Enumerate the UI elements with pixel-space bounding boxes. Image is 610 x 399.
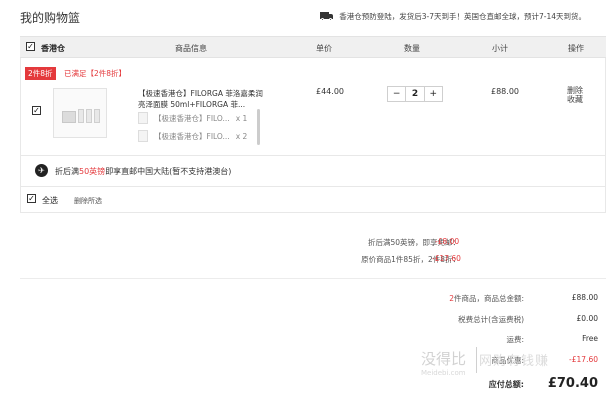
product-thumbnail[interactable] (53, 88, 107, 138)
column-quantity: 数量 (404, 44, 420, 53)
sub-item-thumbnail (138, 112, 148, 124)
tax-label: 税费总计(含运费税) (458, 315, 524, 324)
page-title: 我的购物篮 (20, 11, 81, 25)
grand-total-label: 应付总额: (488, 380, 524, 389)
bundle-sub-item: 【极速香港仓】FILO... x 2 (138, 129, 268, 143)
watermark-brand: 没得比 (421, 350, 467, 368)
goods-total-label: 2件商品，商品总金额: (449, 294, 524, 303)
free-shipping-banner: ✈ 折后满50英镑即享直邮中国大陆(暂不支持港澳台) (20, 155, 606, 187)
sub-item-qty: x 1 (235, 113, 248, 123)
watermark-domain: Meidebi.com (421, 369, 466, 377)
decrease-quantity-button[interactable]: − (388, 87, 407, 101)
shipping-notice: 香港仓预防登陆，发货后3-7天到手！英国仓直邮全球，预计7-14天到货。 (320, 11, 586, 22)
discount-value: -£8.00 (435, 237, 460, 246)
sub-item-thumbnail (138, 130, 148, 142)
store-name: 香港仓 (41, 44, 65, 53)
delete-item-link[interactable]: 删除 (567, 86, 583, 95)
quantity-value[interactable]: 2 (406, 87, 423, 101)
bundle-sub-item: 【极速香港仓】FILO... x 1 (138, 111, 268, 125)
select-all-label[interactable]: 全选 (42, 195, 58, 206)
product-name-link[interactable]: 【极速香港仓】FILORGA 菲洛嘉柔润亮泽面膜 50ml+FILORGA 菲.… (138, 88, 268, 110)
column-unit-price: 单价 (316, 44, 332, 53)
item-actions: 删除 收藏 (567, 86, 583, 104)
item-select-checkbox[interactable]: ✓ (32, 106, 41, 115)
column-actions: 操作 (568, 44, 584, 53)
shipping-fee-value: Free (582, 334, 598, 343)
free-shipping-text: 折后满50英镑即享直邮中国大陆(暂不支持港澳台) (55, 167, 232, 176)
sub-item-qty: x 2 (235, 131, 248, 141)
increase-quantity-button[interactable]: + (423, 87, 442, 101)
column-product-info: 商品信息 (175, 44, 207, 53)
shipping-fee-label: 运费: (506, 335, 524, 344)
quantity-stepper: − 2 + (387, 86, 443, 102)
airplane-icon: ✈ (35, 164, 48, 177)
discount-value: -£17.60 (432, 254, 461, 263)
promo-status: 已满足【2件8折】 (64, 69, 127, 78)
totals-divider (20, 278, 606, 279)
product-discount-value: -£17.60 (569, 355, 598, 364)
unit-price: £44.00 (316, 87, 344, 96)
select-all-checkbox[interactable]: ✓ (27, 194, 36, 203)
sub-item-name: 【极速香港仓】FILO... (154, 113, 230, 123)
cart-table-header: ✓ 香港仓 商品信息 单价 数量 小计 操作 (20, 36, 606, 58)
tax-value: £0.00 (576, 314, 598, 323)
free-shipping-threshold: 50英镑 (79, 167, 106, 176)
item-subtotal: £88.00 (491, 87, 519, 96)
store-select-checkbox[interactable]: ✓ (26, 42, 35, 51)
watermark-slogan: 网购有钱赚 (479, 354, 550, 369)
sub-item-name: 【极速香港仓】FILO... (154, 131, 230, 141)
goods-total-value: £88.00 (571, 293, 598, 302)
favorite-item-link[interactable]: 收藏 (567, 95, 583, 104)
truck-icon (320, 12, 334, 21)
grand-total-value: £70.40 (547, 376, 598, 391)
promo-tag: 2件8折 (25, 67, 56, 80)
sub-items-scrollbar[interactable] (257, 109, 260, 145)
column-subtotal: 小计 (492, 44, 508, 53)
cart-footer-bar: ✓ 全选 删除所选 (20, 187, 606, 213)
shipping-notice-text: 香港仓预防登陆，发货后3-7天到手！英国仓直邮全球，预计7-14天到货。 (339, 12, 586, 21)
delete-selected-link[interactable]: 删除所选 (74, 196, 102, 206)
cart-item-group: 2件8折 已满足【2件8折】 ✓ 【极速香港仓】FILORGA 菲洛嘉柔润亮泽面… (20, 58, 606, 155)
watermark-divider (476, 347, 477, 373)
